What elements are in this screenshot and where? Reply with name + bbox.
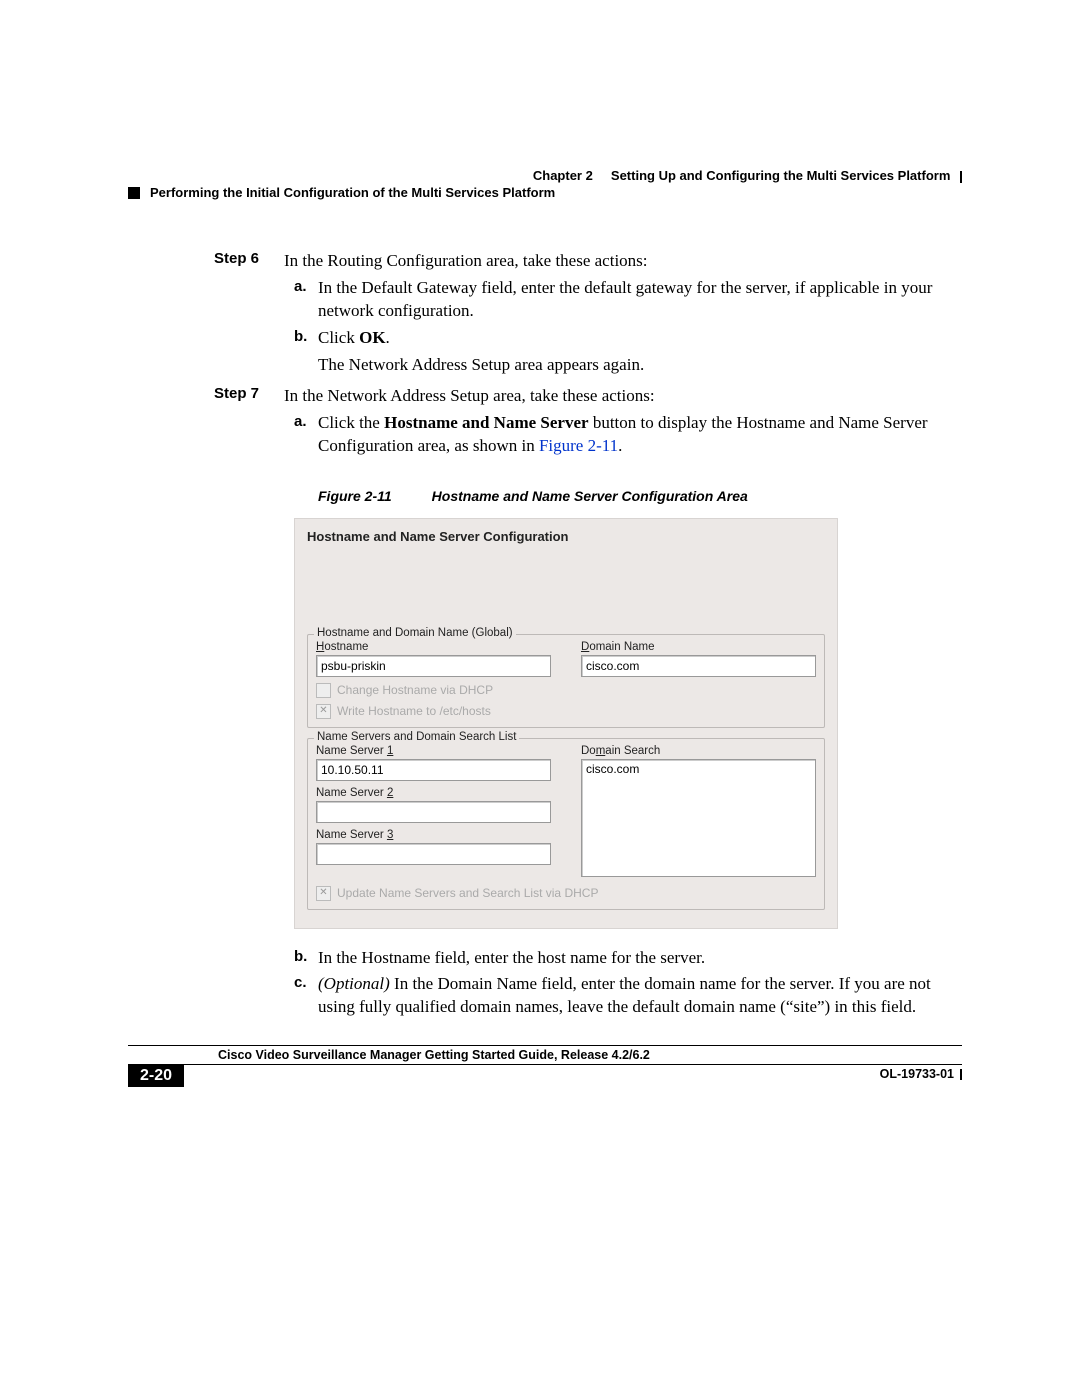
- step-6-b-bold: OK: [359, 328, 385, 347]
- step-7-c-label: c.: [294, 973, 318, 1019]
- step-7-a-text: Click the Hostname and Name Server butto…: [318, 412, 954, 458]
- checkbox-checked-icon[interactable]: ✕: [316, 704, 331, 719]
- chapter-label: Chapter 2: [533, 168, 593, 183]
- step-7: Step 7 In the Network Address Setup area…: [214, 385, 954, 408]
- dhcp-ns-checkbox-row: ✕ Update Name Servers and Search List vi…: [316, 886, 816, 901]
- ns2-label: Name Server 2: [316, 787, 551, 799]
- step-6-a: a. In the Default Gateway field, enter t…: [294, 277, 954, 323]
- nameservers-fieldset: Name Servers and Domain Search List Name…: [307, 738, 825, 910]
- document-page: Chapter 2 Setting Up and Configuring the…: [0, 0, 1080, 1397]
- step-6-b-label: b.: [294, 327, 318, 350]
- ns3-input[interactable]: [316, 843, 551, 865]
- step-7-c-body: In the Domain Name field, enter the doma…: [318, 974, 931, 1016]
- doc-number: OL-19733-01: [880, 1065, 962, 1087]
- step-6-b-follow: The Network Address Setup area appears a…: [318, 354, 954, 377]
- etchosts-checkbox-row: ✕ Write Hostname to /etc/hosts: [316, 704, 816, 719]
- step-7-a-prefix: Click the: [318, 413, 384, 432]
- figure-caption: Figure 2-11 Hostname and Name Server Conf…: [318, 488, 954, 504]
- ns1-input[interactable]: [316, 759, 551, 781]
- fieldset-legend-1: Hostname and Domain Name (Global): [314, 627, 516, 639]
- footer-separator: [960, 1069, 962, 1080]
- step-7-c: c. (Optional) In the Domain Name field, …: [294, 973, 954, 1019]
- step-7-a-suffix: .: [618, 436, 622, 455]
- step-6-text: In the Routing Configuration area, take …: [284, 250, 954, 273]
- domain-search-input[interactable]: [581, 759, 816, 877]
- figure-link[interactable]: Figure 2-11: [539, 436, 618, 455]
- page-body: Step 6 In the Routing Configuration area…: [214, 250, 954, 1019]
- config-screenshot: Hostname and Name Server Configuration H…: [294, 518, 838, 929]
- step-6-b: b. Click OK.: [294, 327, 954, 350]
- ns2-input[interactable]: [316, 801, 551, 823]
- domain-label: Domain Name: [581, 641, 816, 653]
- section-bullet-icon: [128, 187, 140, 199]
- step-6: Step 6 In the Routing Configuration area…: [214, 250, 954, 273]
- step-7-c-text: (Optional) In the Domain Name field, ent…: [318, 973, 954, 1019]
- step-6-b-prefix: Click: [318, 328, 359, 347]
- hostname-label: Hostname: [316, 641, 551, 653]
- step-7-b-text: In the Hostname field, enter the host na…: [318, 947, 954, 970]
- section-title: Performing the Initial Configuration of …: [150, 185, 555, 200]
- step-6-a-text: In the Default Gateway field, enter the …: [318, 277, 954, 323]
- checkbox-checked-icon[interactable]: ✕: [316, 886, 331, 901]
- header-separator: [960, 171, 962, 183]
- step-6-a-label: a.: [294, 277, 318, 323]
- etchosts-checkbox-label: Write Hostname to /etc/hosts: [337, 704, 491, 718]
- chapter-title: Setting Up and Configuring the Multi Ser…: [611, 168, 950, 183]
- figure-number: Figure 2-11: [318, 488, 392, 504]
- hostname-domain-fieldset: Hostname and Domain Name (Global) Hostna…: [307, 634, 825, 728]
- domain-input[interactable]: [581, 655, 816, 677]
- fieldset-legend-2: Name Servers and Domain Search List: [314, 731, 519, 743]
- page-header: Chapter 2 Setting Up and Configuring the…: [128, 168, 962, 200]
- page-number: 2-20: [128, 1065, 184, 1087]
- step-7-a: a. Click the Hostname and Name Server bu…: [294, 412, 954, 458]
- step-7-text: In the Network Address Setup area, take …: [284, 385, 954, 408]
- dhcp-hostname-checkbox-row: Change Hostname via DHCP: [316, 683, 816, 698]
- hostname-input[interactable]: [316, 655, 551, 677]
- dialog-title: Hostname and Name Server Configuration: [295, 519, 837, 634]
- step-6-b-text: Click OK.: [318, 327, 954, 350]
- step-7-label: Step 7: [214, 385, 284, 408]
- footer-guide-title: Cisco Video Surveillance Manager Getting…: [128, 1048, 962, 1062]
- ns1-label: Name Server 1: [316, 745, 551, 757]
- step-7-c-optional: (Optional): [318, 974, 390, 993]
- domain-search-label: Domain Search: [581, 745, 816, 757]
- checkbox-icon[interactable]: [316, 683, 331, 698]
- step-7-a-label: a.: [294, 412, 318, 458]
- step-6-label: Step 6: [214, 250, 284, 273]
- chapter-line: Chapter 2 Setting Up and Configuring the…: [128, 168, 962, 183]
- step-6-b-suffix: .: [386, 328, 390, 347]
- step-7-b-label: b.: [294, 947, 318, 970]
- step-7-b: b. In the Hostname field, enter the host…: [294, 947, 954, 970]
- dhcp-ns-checkbox-label: Update Name Servers and Search List via …: [337, 886, 598, 900]
- dhcp-hostname-checkbox-label: Change Hostname via DHCP: [337, 683, 493, 697]
- page-footer: Cisco Video Surveillance Manager Getting…: [128, 1045, 962, 1087]
- section-line: Performing the Initial Configuration of …: [128, 185, 962, 200]
- figure-title: Hostname and Name Server Configuration A…: [432, 488, 748, 504]
- ns3-label: Name Server 3: [316, 829, 551, 841]
- step-7-a-bold: Hostname and Name Server: [384, 413, 588, 432]
